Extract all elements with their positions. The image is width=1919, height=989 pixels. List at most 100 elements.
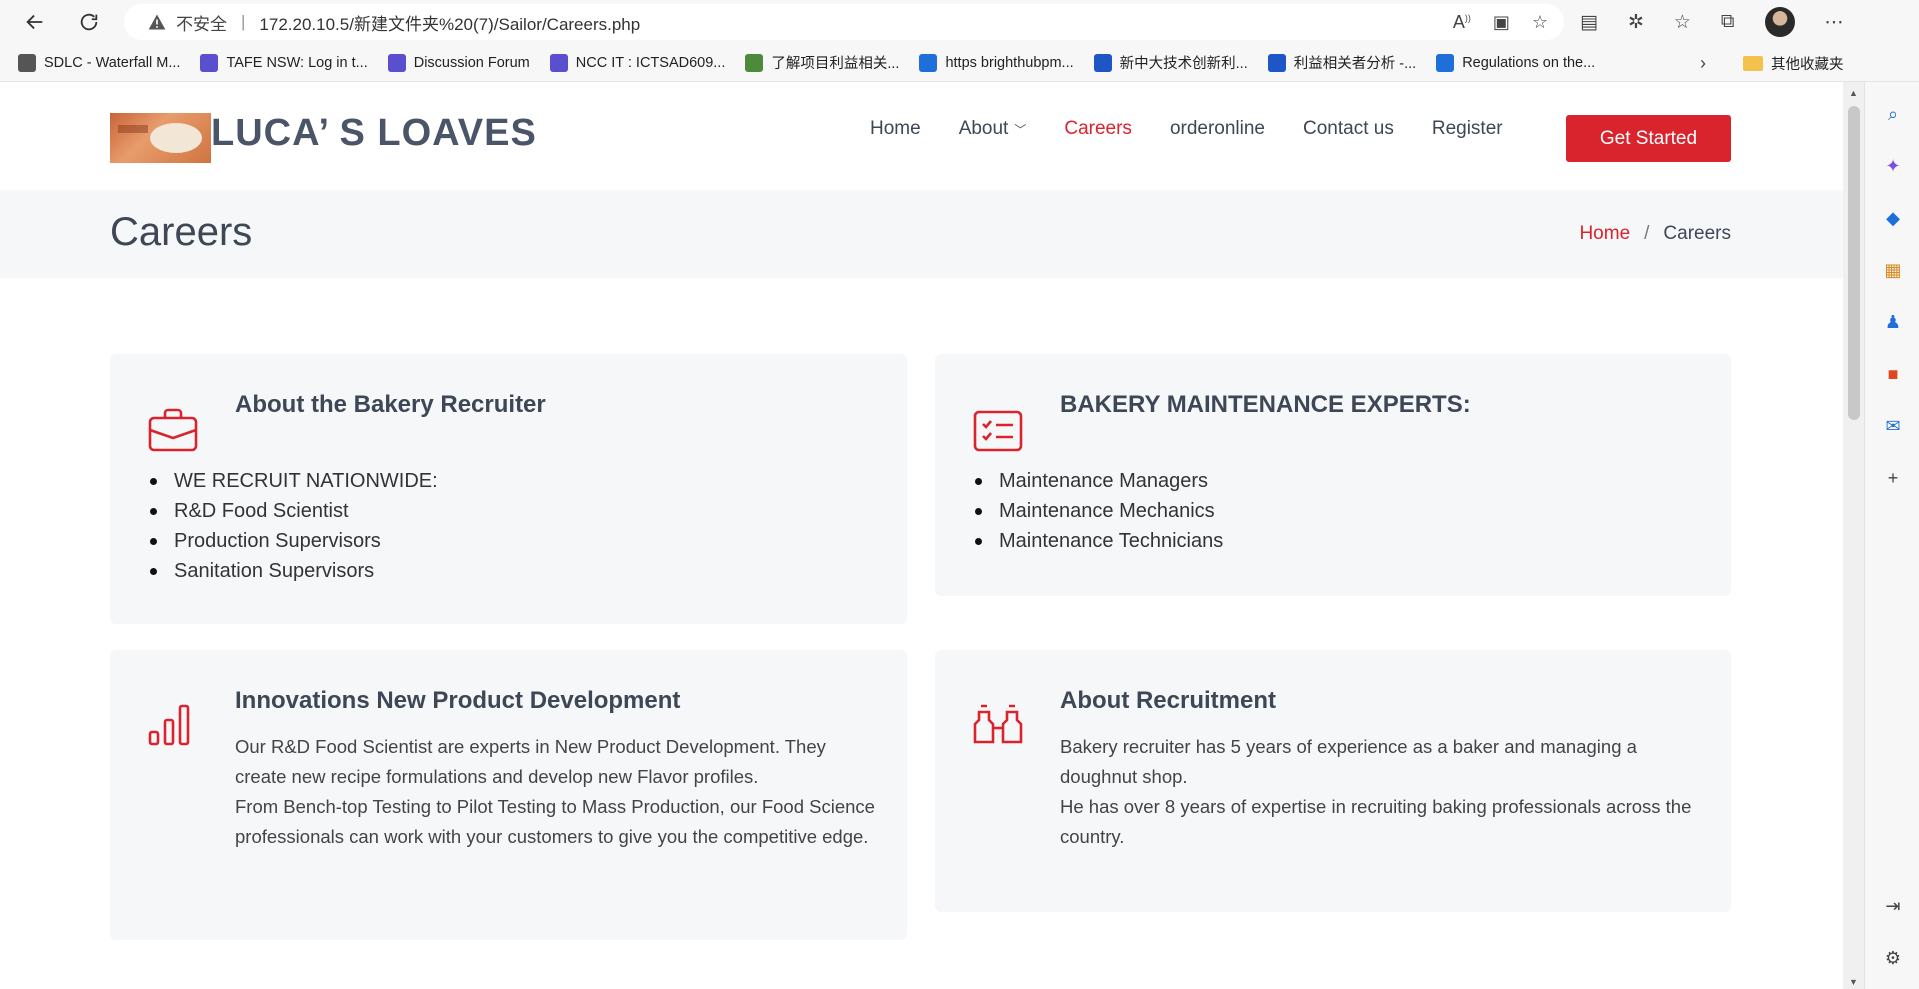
project-icon: [745, 53, 764, 72]
outlook-icon[interactable]: ✉: [1881, 414, 1905, 438]
more-menu-icon[interactable]: ⋯: [1825, 11, 1844, 34]
browser-toolbar: 不安全 | 172.20.10.5/新建文件夹%20(7)/Sailor/Car…: [0, 0, 1919, 44]
get-started-button[interactable]: Get Started: [1566, 115, 1731, 162]
forum-icon: [387, 53, 406, 72]
logo-text[interactable]: LUCA’ S LOAVES: [211, 112, 537, 155]
logo-image[interactable]: [110, 113, 211, 163]
add-icon[interactable]: +: [1881, 466, 1905, 490]
nav-item-register[interactable]: Register: [1432, 118, 1503, 140]
list-item: Production Supervisors: [150, 526, 438, 556]
card-about-recruitment: About Recruitment Bakery recruiter has 5…: [935, 650, 1731, 912]
page-banner: Careers Home / Careers: [0, 190, 1843, 278]
card-maintenance-experts: BAKERY MAINTENANCE EXPERTS: Maintenance …: [935, 354, 1731, 596]
shopping-icon[interactable]: ◆: [1881, 206, 1905, 230]
card-body: Bakery recruiter has 5 years of experien…: [1060, 732, 1700, 852]
tools-icon[interactable]: ▦: [1881, 258, 1905, 282]
m-icon: [1093, 53, 1112, 72]
nav-item-contact-us[interactable]: Contact us: [1303, 118, 1394, 140]
bookmark-label: 利益相关者分析 -...: [1293, 56, 1417, 72]
favorites-icon[interactable]: ☆: [1674, 11, 1691, 34]
nav-label: About: [958, 118, 1009, 139]
tab-actions-icon[interactable]: ▤: [1580, 11, 1598, 34]
search-icon[interactable]: ⌕: [1881, 102, 1905, 126]
list-item: Maintenance Mechanics: [975, 496, 1223, 526]
copilot-icon[interactable]: ✦: [1881, 154, 1905, 178]
bookmarks-bar: SDLC - Waterfall M... TAFE NSW: Log in t.…: [0, 44, 1919, 82]
checklist-icon: [971, 404, 1025, 458]
profile-avatar[interactable]: [1764, 7, 1795, 37]
search-icon: [1436, 53, 1455, 72]
edge-sidebar: ⌕ ✦ ◆ ▦ ♟ ■ ✉ + ⇥ ⚙: [1864, 82, 1919, 989]
breadcrumb-home[interactable]: Home: [1579, 223, 1630, 245]
add-favorite-icon[interactable]: ☆: [1532, 12, 1548, 33]
bookmark-label: SDLC - Waterfall M...: [44, 54, 181, 71]
bookmark-item[interactable]: 利益相关者分析 -...: [1267, 52, 1417, 73]
sdlc-icon: [18, 53, 36, 72]
app-available-icon[interactable]: ▣: [1493, 12, 1510, 33]
list-item: WE RECRUIT NATIONWIDE:: [150, 466, 438, 496]
extensions-icon[interactable]: ✲: [1628, 11, 1644, 34]
card-paragraph: Bakery recruiter has 5 years of experien…: [1060, 736, 1637, 787]
bar-chart-icon: [146, 700, 200, 754]
bookmark-item[interactable]: 新中大技术创新利...: [1093, 52, 1248, 73]
list-item: Maintenance Technicians: [975, 526, 1223, 556]
read-aloud-icon[interactable]: A)): [1453, 12, 1471, 33]
scroll-down-icon[interactable]: ▼: [1849, 977, 1858, 987]
collections-icon[interactable]: ⧉: [1721, 11, 1735, 33]
chevron-down-icon: ﹀: [1014, 122, 1027, 137]
m-icon: [1267, 53, 1286, 72]
bookmark-label: 新中大技术创新利...: [1119, 56, 1248, 72]
chevron-right-icon[interactable]: ›: [1700, 53, 1706, 74]
nav-item-careers[interactable]: Careers: [1064, 118, 1132, 140]
url-text[interactable]: 172.20.10.5/新建文件夹%20(7)/Sailor/Careers.p…: [259, 10, 640, 35]
list-item: Maintenance Managers: [975, 466, 1223, 496]
bing-icon: [919, 53, 938, 72]
scroll-up-icon[interactable]: ▲: [1849, 88, 1858, 98]
bookmark-item[interactable]: NCC IT : ICTSAD609...: [549, 53, 725, 72]
bookmark-item[interactable]: TAFE NSW: Log in t...: [200, 53, 368, 72]
games-icon[interactable]: ♟: [1881, 310, 1905, 334]
briefcase-icon: [146, 404, 200, 458]
card-body: Our R&D Food Scientist are experts in Ne…: [235, 732, 875, 852]
other-bookmarks-label: 其他收藏夹: [1771, 57, 1844, 73]
nav-item-about[interactable]: About ﹀: [959, 118, 1027, 140]
folder-icon: [1743, 56, 1763, 71]
page-scrollbar[interactable]: ▲ ▼: [1843, 82, 1864, 989]
main-nav: Home About ﹀ Careers orderonline Contact us Re…: [870, 118, 1541, 140]
card-list: Maintenance Managers Maintenance Mechani…: [975, 466, 1223, 556]
refresh-icon[interactable]: [72, 5, 106, 39]
bookmark-label: Discussion Forum: [413, 54, 530, 71]
office-icon[interactable]: ■: [1881, 362, 1905, 386]
bookmark-item[interactable]: 了解项目利益相关...: [745, 52, 899, 73]
tafe-icon: [200, 53, 219, 72]
bookmark-item[interactable]: Discussion Forum: [387, 53, 530, 72]
bookmark-item[interactable]: SDLC - Waterfall M...: [18, 53, 181, 72]
address-bar[interactable]: 不安全 | 172.20.10.5/新建文件夹%20(7)/Sailor/Car…: [124, 4, 1564, 40]
page-viewport: LUCA’ S LOAVES Home About ﹀ Careers orderonl…: [0, 82, 1843, 989]
list-item: R&D Food Scientist: [150, 496, 438, 526]
ncc-icon: [549, 53, 568, 72]
other-bookmarks-folder[interactable]: 其他收藏夹: [1743, 53, 1844, 74]
scroll-thumb[interactable]: [1848, 106, 1860, 420]
nav-item-orderonline[interactable]: orderonline: [1170, 118, 1265, 140]
nav-item-home[interactable]: Home: [870, 118, 921, 140]
bookmark-label: 了解项目利益相关...: [771, 56, 900, 72]
insecure-label[interactable]: 不安全: [176, 10, 227, 35]
card-paragraph: Our R&D Food Scientist are experts in Ne…: [235, 736, 826, 787]
card-paragraph: From Bench-top Testing to Pilot Testing …: [235, 796, 875, 847]
warning-icon[interactable]: [146, 11, 168, 33]
bookmark-item[interactable]: https brighthubpm...: [919, 53, 1074, 72]
bookmark-label: Regulations on the...: [1462, 54, 1596, 71]
settings-icon[interactable]: ⚙: [1881, 946, 1905, 970]
nav-label: Careers: [1064, 118, 1132, 139]
breadcrumb-separator: /: [1644, 223, 1650, 244]
hide-sidebar-icon[interactable]: ⇥: [1881, 894, 1905, 918]
nav-label: Contact us: [1303, 118, 1394, 139]
nav-label: Home: [870, 118, 921, 139]
card-title: About the Bakery Recruiter: [235, 391, 546, 418]
list-item: Sanitation Supervisors: [150, 556, 438, 586]
card-title: Innovations New Product Development: [235, 687, 681, 714]
site-header: LUCA’ S LOAVES Home About ﹀ Careers orderonl…: [0, 82, 1843, 190]
bookmark-item[interactable]: Regulations on the...: [1436, 53, 1596, 72]
back-icon[interactable]: [18, 5, 52, 39]
